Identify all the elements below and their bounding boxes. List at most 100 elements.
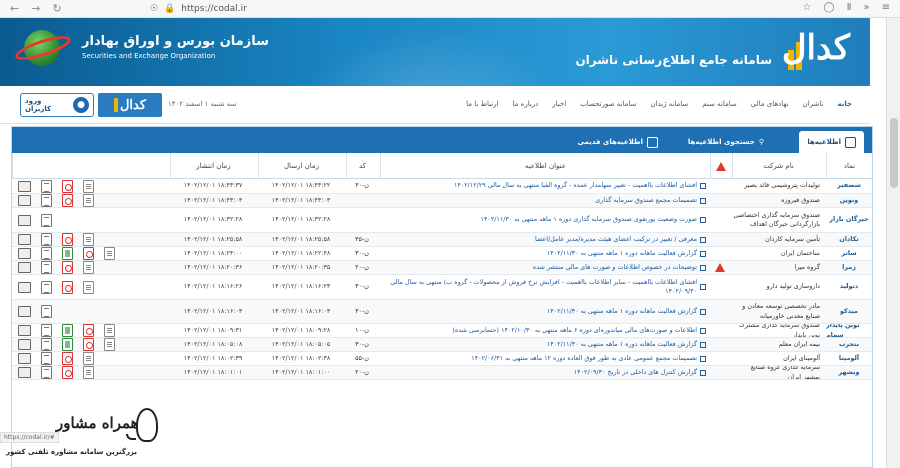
attachment-icon[interactable]	[41, 179, 52, 193]
report-view-icon[interactable]	[18, 248, 31, 259]
document-icon[interactable]	[104, 338, 115, 351]
extensions-icon[interactable]: »	[863, 2, 869, 13]
attachment-icon[interactable]	[41, 261, 52, 274]
table-row[interactable]: نوین پایدار سهام صندوق سرمایه گذاری مشترک…	[12, 324, 872, 338]
attachment-icon[interactable]	[41, 305, 52, 318]
document-icon[interactable]	[83, 179, 94, 193]
row-title[interactable]: گزارش فعالیت ماهانه دوره ۱ ماهه منتهی به…	[380, 338, 710, 351]
report-view-icon[interactable]	[18, 262, 31, 273]
row-title-link[interactable]: معرفی / تغییر در ترکیب اعضای هیئت مدیره/…	[535, 235, 697, 244]
pdf-icon[interactable]	[62, 366, 73, 379]
pdf-icon[interactable]	[62, 233, 73, 246]
row-title[interactable]: اطلاعات و صورت‌های مالی میاندوره‌ای دوره…	[380, 324, 710, 337]
attachment-icon[interactable]	[41, 324, 52, 337]
report-view-icon[interactable]	[18, 325, 31, 336]
table-row[interactable]: تکادان تأمین سرمایه کاردان معرفی / تغییر د…	[12, 233, 872, 247]
back-icon[interactable]: ←	[10, 2, 19, 15]
excel-icon[interactable]	[62, 324, 73, 337]
page-scrollbar[interactable]	[886, 18, 900, 468]
pdf-icon[interactable]	[83, 247, 94, 260]
row-symbol[interactable]: زمرا	[826, 261, 872, 274]
pdf-icon[interactable]	[83, 338, 94, 351]
pdf-icon[interactable]	[62, 261, 73, 274]
star-icon[interactable]: ☆	[802, 2, 811, 13]
table-row[interactable]: وبشهر سرمایه گذاری گروه صنایع بهشهر ایران…	[12, 366, 872, 380]
row-symbol[interactable]: نوین پایدار سهام	[826, 324, 872, 337]
row-title-link[interactable]: صورت وضعیت پورتفوی صندوق سرمایه گذاری دو…	[481, 215, 697, 224]
table-row[interactable]: ونوین صندوق فیروزه تصمیمات مجمع صندوق سرما…	[12, 194, 872, 208]
col-symbol[interactable]: نماد	[826, 153, 872, 179]
report-view-icon[interactable]	[18, 214, 31, 226]
row-title-link[interactable]: افشای اطلاعات بااهمیت - سایر اطلاعات باا…	[380, 278, 697, 297]
row-title[interactable]: صورت وضعیت پورتفوی صندوق سرمایه گذاری دو…	[380, 208, 710, 232]
row-title-link[interactable]: اطلاعات و صورت‌های مالی میاندوره‌ای دوره…	[452, 326, 697, 335]
attachment-icon[interactable]	[41, 233, 52, 246]
excel-icon[interactable]	[62, 338, 73, 351]
document-icon[interactable]	[104, 324, 115, 337]
pdf-icon[interactable]	[62, 194, 73, 207]
document-icon[interactable]	[83, 352, 94, 365]
menu-icon[interactable]: ≡	[882, 2, 890, 13]
col-company[interactable]: نام شرکت	[732, 153, 824, 179]
report-view-icon[interactable]	[18, 281, 31, 293]
document-icon[interactable]	[83, 233, 94, 246]
row-title-link[interactable]: گزارش فعالیت ماهانه دوره ۱ ماهه منتهی به…	[547, 307, 697, 316]
row-symbol[interactable]: آلومینا	[826, 352, 872, 365]
col-sent[interactable]: زمان ارسال	[258, 153, 344, 179]
login-button[interactable]: ورود کاربران ●	[20, 93, 94, 117]
row-title[interactable]: گزارش فعالیت ماهانه دوره ۱ ماهه منتهی به…	[380, 247, 710, 260]
row-symbol[interactable]: خبرگان بازار	[826, 208, 872, 232]
attachment-icon[interactable]	[41, 247, 52, 260]
document-icon[interactable]	[83, 261, 94, 274]
menu-item-home[interactable]: خانه	[837, 100, 852, 108]
excel-icon[interactable]	[62, 247, 73, 260]
document-icon[interactable]	[104, 247, 115, 260]
tab-announcements[interactable]: اطلاعیه‌ها	[799, 131, 864, 153]
row-title[interactable]: توضیحات در خصوص اطلاعات و صورت های مالی …	[380, 261, 710, 274]
row-title[interactable]: معرفی / تغییر در ترکیب اعضای هیئت مدیره/…	[380, 233, 710, 246]
pdf-icon[interactable]	[62, 280, 73, 294]
address-bar[interactable]: ☉ 🔒 https://codal.ir	[150, 4, 247, 14]
reload-icon[interactable]: ↻	[52, 2, 61, 15]
menu-item-sanam[interactable]: سامانه سنم	[702, 100, 736, 108]
report-view-icon[interactable]	[18, 367, 31, 378]
report-view-icon[interactable]	[18, 353, 31, 364]
report-view-icon[interactable]	[18, 234, 31, 245]
table-row[interactable]: بتجرب بیمه ایران معلم گزارش فعالیت ماهانه …	[12, 338, 872, 352]
report-view-icon[interactable]	[18, 339, 31, 350]
tab-search[interactable]: جستجوی اطلاعیه‌ها ⚲	[680, 131, 772, 153]
col-code[interactable]: کد	[346, 153, 378, 179]
document-icon[interactable]	[83, 280, 94, 294]
table-row[interactable]: ساتر ساختمان ایران گزارش فعالیت ماهانه دور…	[12, 247, 872, 261]
row-title-link[interactable]: تصمیمات مجمع عمومی عادی به طور فوق العاد…	[471, 354, 697, 363]
row-title-link[interactable]: گزارش فعالیت ماهانه دوره ۱ ماهه منتهی به…	[547, 340, 697, 349]
seo-brand[interactable]: سازمان بورس و اوراق بهادار Securities an…	[12, 24, 269, 70]
table-row[interactable]: آلومینا آلومینای ایران تصمیمات مجمع عمومی …	[12, 352, 872, 366]
pdf-icon[interactable]	[83, 324, 94, 337]
scrollbar-thumb[interactable]	[890, 118, 898, 188]
row-title[interactable]: تصمیمات مجمع عمومی عادی به طور فوق العاد…	[380, 352, 710, 365]
attachment-icon[interactable]	[41, 366, 52, 379]
table-row[interactable]: زمرا گروه میرا توضیحات در خصوص اطلاعات و ص…	[12, 261, 872, 275]
report-view-icon[interactable]	[18, 180, 31, 192]
row-symbol[interactable]: ونوین	[826, 194, 872, 207]
report-view-icon[interactable]	[18, 195, 31, 206]
menu-item-zhidan[interactable]: سامانه ژیدان	[650, 100, 688, 108]
table-row[interactable]: دتولید داروسازی تولید دارو افشای اطلاعات ب…	[12, 275, 872, 300]
attachment-icon[interactable]	[41, 213, 52, 227]
pocket-icon[interactable]: ◯	[823, 2, 834, 13]
row-title-link[interactable]: تصمیمات مجمع صندوق سرمایه گذاری	[595, 196, 697, 205]
row-symbol[interactable]: ساتر	[826, 247, 872, 260]
menu-item-contact[interactable]: ارتباط با ما	[466, 100, 498, 108]
row-symbol[interactable]: دتولید	[826, 275, 872, 299]
row-symbol[interactable]: بتجرب	[826, 338, 872, 351]
table-row[interactable]: میدکو مادر تخصصی توسعه معادن و صنایع معدن…	[12, 300, 872, 324]
attachment-icon[interactable]	[41, 352, 52, 365]
row-title[interactable]: افشای اطلاعات بااهمیت - سایر اطلاعات باا…	[380, 275, 710, 299]
forward-icon[interactable]: →	[31, 2, 40, 15]
menu-item-invoice[interactable]: سامانه صورتحساب	[580, 100, 636, 108]
row-title[interactable]: تصمیمات مجمع صندوق سرمایه گذاری	[380, 194, 710, 207]
row-title-link[interactable]: گزارش کنترل های داخلی در تاریخ ۱۴۰۲/۰۹/۳…	[574, 368, 697, 377]
codal-mini-logo[interactable]: کدال	[98, 93, 162, 117]
url-text[interactable]: https://codal.ir	[181, 4, 247, 14]
